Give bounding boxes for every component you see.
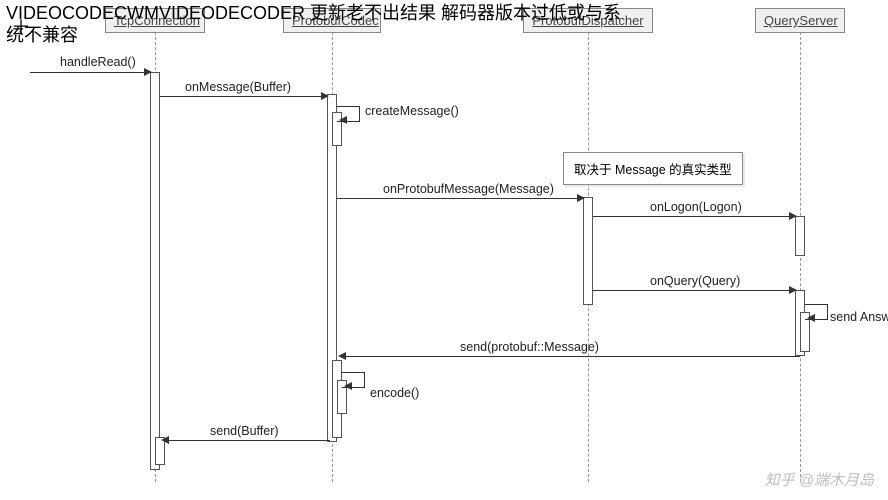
arrowhead-createmessage [339,116,347,124]
arrowhead-handleread [144,68,152,76]
decoder-error-line1: VIDEOCODECWMVIDEODECODER 更新老不出结果 解码器版本过低… [6,2,876,25]
arrow-onmessage [160,96,325,97]
msg-encode: encode() [370,386,419,400]
msg-onlogon: onLogon(Logon) [650,200,742,214]
lifeline-queryserver [800,32,801,482]
arrowhead-onquery [789,286,797,294]
arrowhead-encode [344,382,352,390]
sequence-diagram: VIDEOCODECWMVIDEODECODER 更新老不出结果 解码器版本过低… [0,0,888,500]
arrowhead-onlogon [789,212,797,220]
msg-onquery: onQuery(Query) [650,274,740,288]
msg-onprotobufmessage: onProtobufMessage(Message) [383,182,554,196]
arrow-handleread [30,72,148,73]
arrow-onprotobufmessage [337,198,581,199]
activation-queryserver-logon [795,216,805,256]
arrowhead-sendanswer [807,314,815,322]
msg-sendprotobuf: send(protobuf::Message) [460,340,599,354]
arrow-onlogon [593,216,793,217]
note-message-type: 取决于 Message 的真实类型 [563,152,743,185]
msg-createmessage: createMessage() [365,104,459,118]
arrow-sendbuffer [165,440,330,441]
activation-protobufdispatcher [583,197,593,305]
msg-sendanswer: send Answer [830,310,888,324]
msg-onmessage: onMessage(Buffer) [185,80,291,94]
arrowhead-sendbuffer [161,436,169,444]
arrowhead-sendprotobuf [338,352,346,360]
arrowhead-onprotobufmessage [577,194,585,202]
msg-sendbuffer: send(Buffer) [210,424,279,438]
watermark: 知乎 @端木月岛 [765,469,874,490]
msg-handleread: handleRead() [60,55,136,69]
activation-tcpconnection [150,72,160,470]
arrowhead-onmessage [321,92,329,100]
decoder-error-line2: 统不兼容 [6,24,78,47]
arrow-sendprotobuf [342,356,800,357]
arrow-onquery [593,290,793,291]
